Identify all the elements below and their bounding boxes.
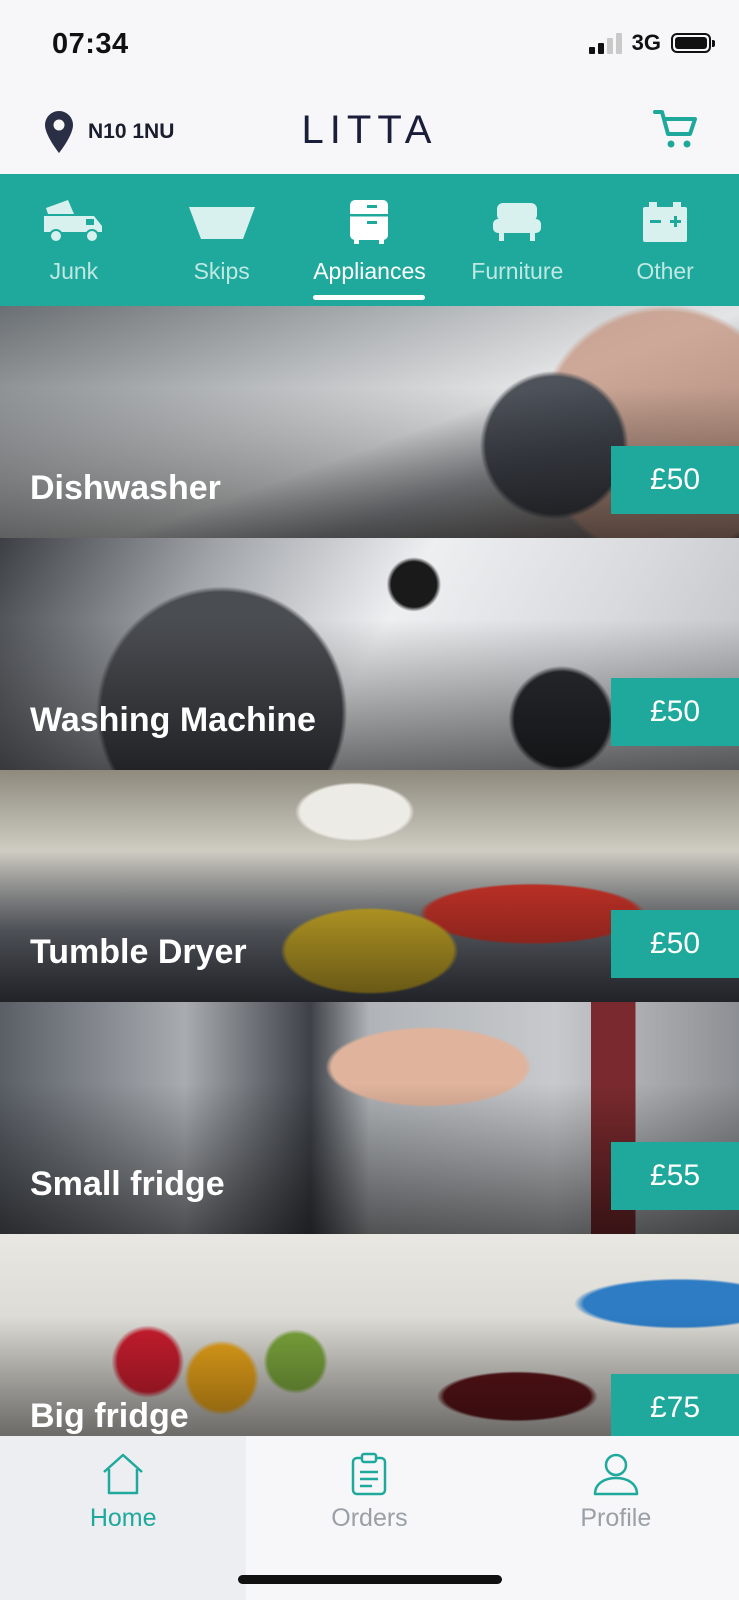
cart-button[interactable]	[653, 108, 699, 155]
home-indicator	[238, 1575, 502, 1584]
tab-label: Other	[636, 258, 694, 284]
item-name: Dishwasher	[30, 469, 221, 507]
status-indicators: 3G	[588, 30, 715, 56]
status-time: 07:34	[52, 28, 129, 60]
item-name: Washing Machine	[30, 701, 316, 739]
battery-icon	[643, 202, 688, 242]
network-type: 3G	[631, 30, 661, 55]
tab-label: Junk	[49, 258, 99, 284]
price-badge[interactable]: £50	[611, 910, 739, 978]
user-icon	[593, 1453, 639, 1496]
tab-junk[interactable]: Junk	[0, 174, 148, 306]
tab-label: Furniture	[471, 258, 564, 284]
skip-icon	[188, 207, 255, 239]
status-bar: 07:34 3G	[0, 0, 739, 90]
nav-profile[interactable]: Profile	[493, 1436, 739, 1600]
list-item-tumble-dryer[interactable]: Tumble Dryer £50	[0, 770, 739, 1002]
brand-logo: LITTA	[301, 108, 438, 152]
truck-icon	[43, 200, 102, 243]
appliance-icon	[350, 200, 389, 244]
price-badge[interactable]: £55	[611, 1142, 739, 1210]
nav-home[interactable]: Home	[0, 1436, 247, 1600]
home-icon	[103, 1453, 143, 1495]
nav-label: Orders	[331, 1504, 408, 1532]
list-item-washing-machine[interactable]: Washing Machine £50	[0, 538, 739, 770]
price-badge[interactable]: £50	[611, 446, 739, 514]
tab-other[interactable]: Other	[591, 174, 739, 306]
battery-icon	[671, 33, 715, 53]
item-name: Big fridge	[30, 1397, 189, 1435]
item-name: Tumble Dryer	[30, 933, 247, 971]
bottom-nav: Home Orders Profile	[0, 1436, 739, 1600]
appliance-list: Dishwasher £50 Washing Machine £50 Tumbl…	[0, 306, 739, 1436]
app-header: N10 1NU LITTA	[0, 90, 739, 174]
tab-appliances[interactable]: Appliances	[296, 174, 444, 306]
tab-furniture[interactable]: Furniture	[443, 174, 591, 306]
price-badge[interactable]: £75	[611, 1374, 739, 1436]
tab-skips[interactable]: Skips	[148, 174, 296, 306]
cart-icon	[653, 110, 697, 148]
item-name: Small fridge	[30, 1165, 225, 1203]
tab-label: Appliances	[313, 258, 426, 284]
list-item-big-fridge[interactable]: Big fridge £75	[0, 1234, 739, 1436]
category-tabs: Junk Skips Appliances Furniture Other	[0, 174, 739, 306]
price-badge[interactable]: £50	[611, 678, 739, 746]
tab-label: Skips	[193, 258, 250, 284]
signal-icon	[588, 32, 622, 54]
list-item-small-fridge[interactable]: Small fridge £55	[0, 1002, 739, 1234]
sofa-icon	[493, 203, 542, 241]
nav-label: Profile	[580, 1504, 652, 1532]
list-item-dishwasher[interactable]: Dishwasher £50	[0, 306, 739, 538]
clipboard-icon	[352, 1452, 387, 1496]
nav-label: Home	[89, 1504, 157, 1532]
